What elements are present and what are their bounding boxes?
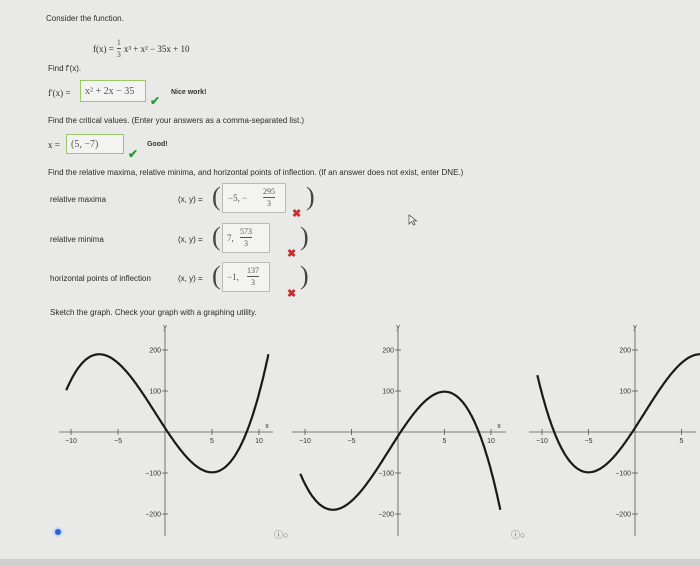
x-tick-label: −5 xyxy=(348,438,356,445)
minima-prefix: 7, xyxy=(227,233,234,243)
x-tick-label: −5 xyxy=(114,438,122,445)
maxima-den: 3 xyxy=(267,199,271,208)
maxima-xy-label: (x, y) = xyxy=(178,195,203,204)
inflection-open-paren: ( xyxy=(212,261,221,290)
y-tick-label: 100 xyxy=(149,389,161,396)
minima-den: 3 xyxy=(244,239,248,248)
x-tick-label: 5 xyxy=(210,438,214,445)
minima-open-paren: ( xyxy=(212,222,221,251)
inflection-incorrect-icon: ✖ xyxy=(287,288,297,300)
part1-feedback: Nice work! xyxy=(171,89,207,96)
critical-values-field[interactable]: (5, −7) xyxy=(66,134,124,154)
x-tick-label: 10 xyxy=(255,438,263,445)
maxima-open-paren: ( xyxy=(212,182,221,211)
graph-option-2[interactable]: y x 200 100 −100 −200 −10 −5 5 10 xyxy=(288,320,510,540)
relative-minima-label: relative minima xyxy=(50,235,104,244)
derivative-answer-field[interactable]: x² + 2x − 35 xyxy=(80,80,146,102)
part2-label: x = xyxy=(48,140,60,150)
minima-num: 573 xyxy=(240,227,252,236)
maxima-num: 295 xyxy=(263,187,275,196)
y-tick-label: 100 xyxy=(619,389,631,396)
function-definition: f(x) = 1 3 x³ + x² − 35x + 10 xyxy=(93,38,189,59)
x-tick-label: −10 xyxy=(299,438,311,445)
function-rest: x³ + x² − 35x + 10 xyxy=(123,43,190,54)
y-tick-label: 100 xyxy=(382,389,394,396)
part3-question: Find the relative maxima, relative minim… xyxy=(48,168,464,177)
x-tick-label: −5 xyxy=(585,438,593,445)
inflection-prefix: −1, xyxy=(227,272,239,282)
graph-1-radio-selected[interactable] xyxy=(55,529,61,535)
graph-2-radio[interactable]: ⓘ○ xyxy=(274,528,288,541)
inflection-point-field[interactable]: −1, 137 3 xyxy=(222,262,270,292)
inflection-den: 3 xyxy=(251,278,255,287)
inflection-num: 137 xyxy=(247,266,259,275)
bottom-edge xyxy=(0,559,700,566)
y-tick-label: −200 xyxy=(615,512,631,519)
minima-xy-label: (x, y) = xyxy=(178,235,203,244)
y-tick-label: 200 xyxy=(382,348,394,355)
x-tick-label: 5 xyxy=(443,438,447,445)
y-tick-label: −200 xyxy=(378,512,394,519)
prompt-text: Consider the function. xyxy=(46,14,124,23)
x-axis-label: x xyxy=(497,423,501,430)
function-curve xyxy=(65,353,270,474)
graph-3-radio[interactable]: ⓘ○ xyxy=(511,528,525,541)
minima-close-paren: ) xyxy=(300,222,309,251)
graph-option-1[interactable]: y x 200 100 −100 −200 −10 −5 5 10 xyxy=(55,320,277,540)
part2-question: Find the critical values. (Enter your an… xyxy=(48,116,305,125)
inflection-label: horizontal points of inflection xyxy=(50,274,151,283)
function-frac-den: 3 xyxy=(116,50,121,59)
x-tick-label: 10 xyxy=(487,438,495,445)
minima-fraction: 573 3 xyxy=(240,227,252,248)
part1-question: Find f'(x). xyxy=(48,64,82,73)
y-tick-label: −200 xyxy=(145,512,161,519)
relative-maxima-field[interactable]: −5, − 295 3 xyxy=(222,183,286,213)
maxima-incorrect-icon: ✖ xyxy=(292,208,302,220)
y-tick-label: −100 xyxy=(615,471,631,478)
function-lhs: f(x) = xyxy=(93,43,114,54)
inflection-fraction: 137 3 xyxy=(247,266,259,287)
graph-option-3[interactable]: y 200 100 −100 −200 −10 −5 5 xyxy=(525,320,700,540)
relative-maxima-label: relative maxima xyxy=(50,195,107,204)
maxima-fraction: 295 3 xyxy=(263,187,275,208)
x-tick-label: 5 xyxy=(680,438,684,445)
y-tick-label: 200 xyxy=(619,348,631,355)
maxima-close-paren: ) xyxy=(306,182,315,211)
part1-check-icon: ✔ xyxy=(150,94,161,108)
y-tick-label: −100 xyxy=(145,471,161,478)
y-tick-label: 200 xyxy=(149,348,161,355)
inflection-xy-label: (x, y) = xyxy=(178,274,203,283)
maxima-prefix: −5, − xyxy=(228,193,248,203)
x-tick-label: −10 xyxy=(536,438,548,445)
y-tick-label: −100 xyxy=(378,471,394,478)
part2-check-icon: ✔ xyxy=(128,147,139,161)
x-tick-label: −10 xyxy=(65,438,77,445)
part2-feedback: Good! xyxy=(147,141,168,148)
relative-minima-field[interactable]: 7, 573 3 xyxy=(222,223,270,253)
function-curve xyxy=(299,390,502,511)
inflection-close-paren: ) xyxy=(300,261,309,290)
function-frac-num: 1 xyxy=(116,38,121,47)
y-axis-label: y xyxy=(163,324,167,331)
y-axis-label: y xyxy=(633,324,637,331)
minima-incorrect-icon: ✖ xyxy=(287,248,297,260)
mouse-cursor-icon xyxy=(408,214,418,226)
part1-label: f'(x) = xyxy=(48,88,71,98)
x-axis-label: x xyxy=(265,423,269,430)
sketch-instruction: Sketch the graph. Check your graph with … xyxy=(50,308,257,317)
y-axis-label: y xyxy=(396,324,400,331)
function-curve xyxy=(536,353,700,474)
function-fraction: 1 3 xyxy=(116,38,121,59)
